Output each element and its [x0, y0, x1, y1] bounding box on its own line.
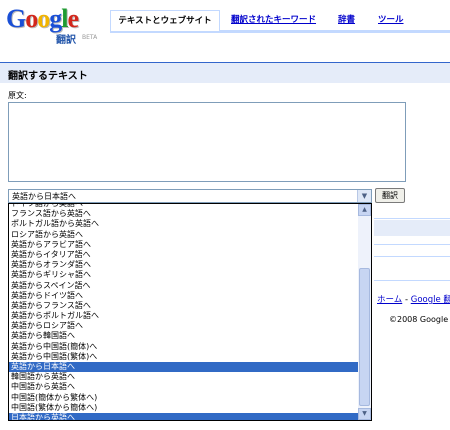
logo-subtitle: 翻訳 [56, 35, 76, 46]
language-pair-options: ドイツ語から英語へフランス語から英語へポルトガル語から英語へロシア語から英語へ英… [9, 204, 359, 420]
divider [374, 244, 450, 245]
divider [374, 218, 450, 219]
translate-button[interactable]: 翻訳 [375, 188, 405, 203]
logo-wordmark: Google [6, 4, 79, 33]
dropdown-option[interactable]: フランス語から英語へ [9, 209, 359, 219]
dropdown-option[interactable]: ポルトガル語から英語へ [9, 219, 359, 229]
section-header: 翻訳するテキスト [0, 62, 450, 83]
source-text-label: 原文: [8, 91, 27, 100]
dropdown-option[interactable]: 英語からアラビア語へ [9, 240, 359, 250]
divider [374, 280, 450, 281]
dropdown-option[interactable]: 英語からオランダ語へ [9, 260, 359, 270]
dropdown-option[interactable]: 英語からギリシャ語へ [9, 270, 359, 280]
dropdown-option[interactable]: 韓国語から英語へ [9, 372, 359, 382]
scrollbar-thumb[interactable] [359, 268, 370, 406]
dropdown-scrollbar[interactable]: ▲ ▼ [358, 204, 371, 420]
dropdown-option[interactable]: 中国語から英語へ [9, 382, 359, 392]
language-pair-dropdown[interactable]: ドイツ語から英語へフランス語から英語へポルトガル語から英語へロシア語から英語へ英… [8, 203, 372, 421]
tab-text-and-web[interactable]: テキストとウェブサイト [110, 10, 220, 31]
result-header-bg [374, 220, 450, 236]
tab-dictionary[interactable]: 辞書 [338, 10, 355, 30]
dropdown-option[interactable]: 英語から日本語へ [9, 362, 359, 373]
dropdown-option[interactable]: 英語からスペイン語へ [9, 281, 359, 291]
tab-tools[interactable]: ツール [378, 10, 404, 30]
divider [374, 256, 450, 257]
logo-beta-badge: BETA [82, 34, 98, 41]
dropdown-option[interactable]: ロシア語から英語へ [9, 230, 359, 240]
scroll-down-icon[interactable]: ▼ [358, 408, 371, 420]
source-text-input[interactable] [8, 102, 406, 182]
dropdown-option[interactable]: 英語からフランス語へ [9, 301, 359, 311]
google-translate-logo[interactable]: Google 翻訳 BETA [6, 4, 102, 47]
dropdown-option[interactable]: 英語からロシア語へ [9, 321, 359, 331]
footer-separator: - [402, 295, 411, 305]
scroll-up-icon[interactable]: ▲ [358, 204, 371, 216]
dropdown-option[interactable]: 中国語(簡体から繁体へ) [9, 393, 359, 403]
footer-google-translate-link[interactable]: Google 翻訳 [411, 295, 450, 305]
dropdown-option[interactable]: 英語からポルトガル語へ [9, 311, 359, 321]
language-pair-selected: 英語から日本語へ [12, 192, 76, 201]
dropdown-option[interactable]: 日本語から英語へ [9, 412, 359, 420]
tab-translated-keywords[interactable]: 翻訳されたキーワード [231, 10, 316, 30]
dropdown-option[interactable]: 英語から中国語(簡体)へ [9, 342, 359, 352]
footer-links: ホーム - Google 翻訳 [377, 293, 450, 305]
dropdown-option[interactable]: 英語からイタリア語へ [9, 250, 359, 260]
chevron-down-icon[interactable]: ▼ [357, 190, 371, 202]
dropdown-option[interactable]: 英語からドイツ語へ [9, 291, 359, 301]
dropdown-option[interactable]: 英語から中国語(繁体)へ [9, 352, 359, 362]
dropdown-option[interactable]: 中国語(繁体から簡体へ) [9, 403, 359, 413]
copyright: ©2008 Google [389, 315, 449, 324]
main-tabs: テキストとウェブサイト 翻訳されたキーワード 辞書 ツール [110, 10, 450, 31]
language-pair-select[interactable]: 英語から日本語へ ▼ [8, 189, 372, 203]
footer-home-link[interactable]: ホーム [377, 295, 402, 305]
dropdown-option[interactable]: 英語から韓国語へ [9, 331, 359, 341]
section-title: 翻訳するテキスト [8, 71, 88, 82]
